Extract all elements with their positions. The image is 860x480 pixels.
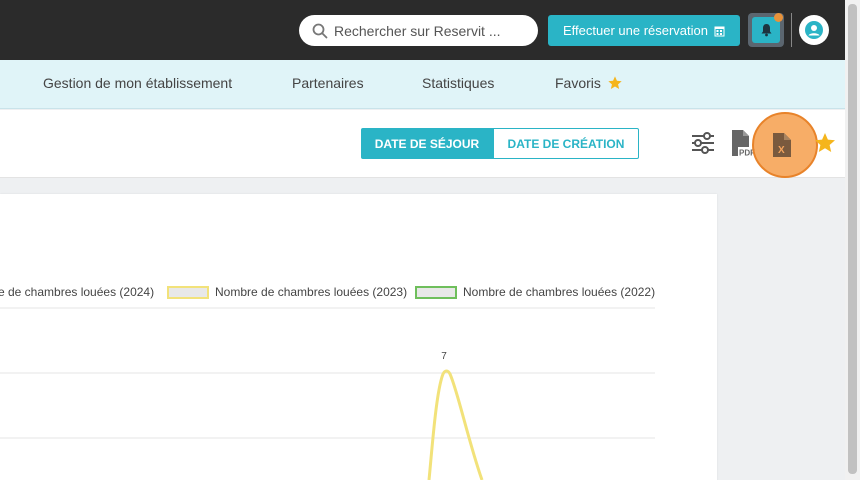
excel-export-icon[interactable]: X [772,133,792,157]
legend-item-2023[interactable]: Nombre de chambres louées (2023) [167,285,407,299]
nav-item-label: Gestion de mon établissement [43,75,233,91]
user-icon [805,21,823,39]
page-scrollbar[interactable] [845,0,860,480]
nav-item-partners[interactable]: Partenaires [292,75,364,91]
nav-item-label: Favoris [555,75,601,91]
make-reservation-label: Effectuer une réservation [562,23,708,38]
legend-swatch-2023 [167,285,209,299]
excel-label: X [778,145,785,156]
chart-plot: 7 [0,307,655,480]
legend-swatch-2022 [415,285,457,299]
make-reservation-button[interactable]: Effectuer une réservation [548,15,740,46]
nav-item-favorites[interactable]: Favoris [555,75,623,91]
legend-label-2022: Nombre de chambres louées (2022) [463,285,656,299]
search-icon [312,23,328,38]
bell-icon [761,24,771,37]
legend-item-2024[interactable]: re de chambres louées (2024) [0,285,154,299]
nav-item-label: Partenaires [292,75,364,91]
notifications-button[interactable] [748,13,784,47]
data-label-2023-peak: 7 [441,351,447,362]
user-avatar[interactable] [799,15,829,45]
series-line-2023 [427,369,484,480]
tab-creation-date[interactable]: DATE DE CRÉATION [493,128,639,159]
nav-item-establishment[interactable]: Gestion de mon établissement [43,75,232,91]
stats-toolbar: DATE DE SÉJOUR DATE DE CRÉATION PDF [0,110,845,178]
header-divider [791,13,792,47]
legend-label-2023: Nombre de chambres louées (2023) [215,285,408,299]
star-icon [608,76,622,89]
search-input[interactable]: Rechercher sur Reservit ... [299,15,538,46]
tab-stay-date[interactable]: DATE DE SÉJOUR [361,128,493,159]
scrollbar-thumb[interactable] [848,4,857,474]
nav-item-label: Statistiques [422,75,495,91]
legend-item-2022[interactable]: Nombre de chambres louées (2022) [415,285,655,299]
calendar-icon [714,26,725,36]
filters-icon[interactable] [690,130,716,156]
favorite-star-icon[interactable] [813,131,837,155]
legend-label-2024: re de chambres louées (2024) [0,285,155,299]
main-nav: Gestion de mon établissement Partenaires… [0,60,845,109]
search-placeholder: Rechercher sur Reservit ... [334,22,501,39]
nav-item-statistics[interactable]: Statistiques [422,75,494,91]
top-bar: Rechercher sur Reservit ... Effectuer un… [0,0,845,60]
notification-dot [774,13,783,22]
